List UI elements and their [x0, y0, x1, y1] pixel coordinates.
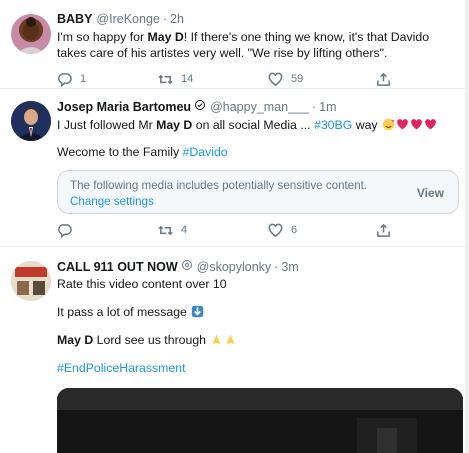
- tweet-actions: 4 6: [57, 218, 459, 242]
- like-icon: [268, 72, 283, 86]
- verified-badge-icon: [181, 260, 192, 270]
- share-button[interactable]: [376, 72, 391, 87]
- username[interactable]: @skopylonky: [197, 260, 272, 274]
- avatar[interactable]: [11, 14, 51, 54]
- username[interactable]: @IreKonge: [96, 12, 159, 26]
- sensitive-media-warning[interactable]: The following media includes potentially…: [57, 170, 459, 214]
- display-name[interactable]: BABY: [57, 12, 92, 26]
- timestamp[interactable]: 2h: [170, 12, 184, 26]
- down-arrow-emoji: [192, 305, 204, 318]
- hashtag-link[interactable]: #Davido: [183, 145, 228, 159]
- avatar[interactable]: [11, 101, 51, 141]
- timeline-feed: BABY @IreKonge · 2h I'm so happy for May…: [0, 0, 469, 453]
- verified-badge-icon: [195, 100, 206, 110]
- retweet-count: 4: [181, 224, 188, 236]
- video-thumbnail[interactable]: [57, 388, 463, 453]
- retweet-icon: [158, 225, 173, 235]
- reply-button[interactable]: [57, 223, 158, 238]
- share-icon: [377, 223, 390, 237]
- like-icon: [268, 223, 283, 237]
- like-count: 6: [291, 224, 298, 236]
- reply-button[interactable]: 1: [57, 72, 158, 87]
- heart-emoji: [411, 119, 422, 130]
- reply-icon: [58, 72, 72, 87]
- sensitive-warning-text: The following media includes potentially…: [70, 179, 368, 192]
- retweet-button[interactable]: 4: [158, 223, 268, 238]
- scrollbar[interactable]: [465, 0, 469, 453]
- bold-mention: May D: [147, 30, 184, 44]
- like-button[interactable]: 6: [268, 223, 376, 238]
- tweet[interactable]: Josep Maria Bartomeu @happy_man___ · 1m …: [0, 89, 469, 247]
- timestamp[interactable]: 1m: [319, 100, 336, 114]
- retweet-count: 14: [181, 73, 194, 85]
- separator-dot: ·: [311, 100, 317, 114]
- share-icon: [377, 72, 390, 86]
- avatar[interactable]: [11, 261, 51, 301]
- hashtag-link[interactable]: #EndPoliceHarassment: [57, 361, 186, 375]
- view-button[interactable]: View: [417, 186, 444, 200]
- retweet-icon: [158, 74, 173, 84]
- display-name[interactable]: Josep Maria Bartomeu: [57, 100, 191, 114]
- username[interactable]: @happy_man___: [210, 100, 309, 114]
- tweet-text: I'm so happy for May D! If there's one t…: [57, 30, 430, 60]
- like-button[interactable]: 59: [268, 72, 376, 87]
- tweet-text: I Just followed Mr May D on all social M…: [57, 117, 459, 160]
- timestamp[interactable]: 3m: [281, 260, 298, 274]
- separator-dot: ·: [274, 260, 279, 274]
- reply-icon: [58, 223, 72, 238]
- like-count: 59: [291, 73, 304, 85]
- heart-emoji: [425, 119, 436, 130]
- reply-count: 1: [80, 73, 87, 85]
- hashtag-link[interactable]: #30BG: [314, 118, 352, 132]
- display-name[interactable]: CALL 911 OUT NOW: [57, 260, 178, 274]
- tweet[interactable]: BABY @IreKonge · 2h I'm so happy for May…: [0, 0, 469, 89]
- heart-emoji: [397, 119, 408, 130]
- retweet-button[interactable]: 14: [158, 72, 268, 87]
- separator-dot: ·: [162, 12, 168, 26]
- share-button[interactable]: [376, 223, 391, 238]
- folded-hands-emoji: [212, 334, 222, 345]
- tweet-actions: 1 14 59: [57, 67, 459, 91]
- change-settings-link[interactable]: Change settings: [70, 195, 154, 208]
- tweet-text: Rate this video content over 10 It pass …: [57, 276, 459, 376]
- folded-hands-emoji: [226, 334, 236, 345]
- smiling-hearts-emoji: [382, 118, 395, 131]
